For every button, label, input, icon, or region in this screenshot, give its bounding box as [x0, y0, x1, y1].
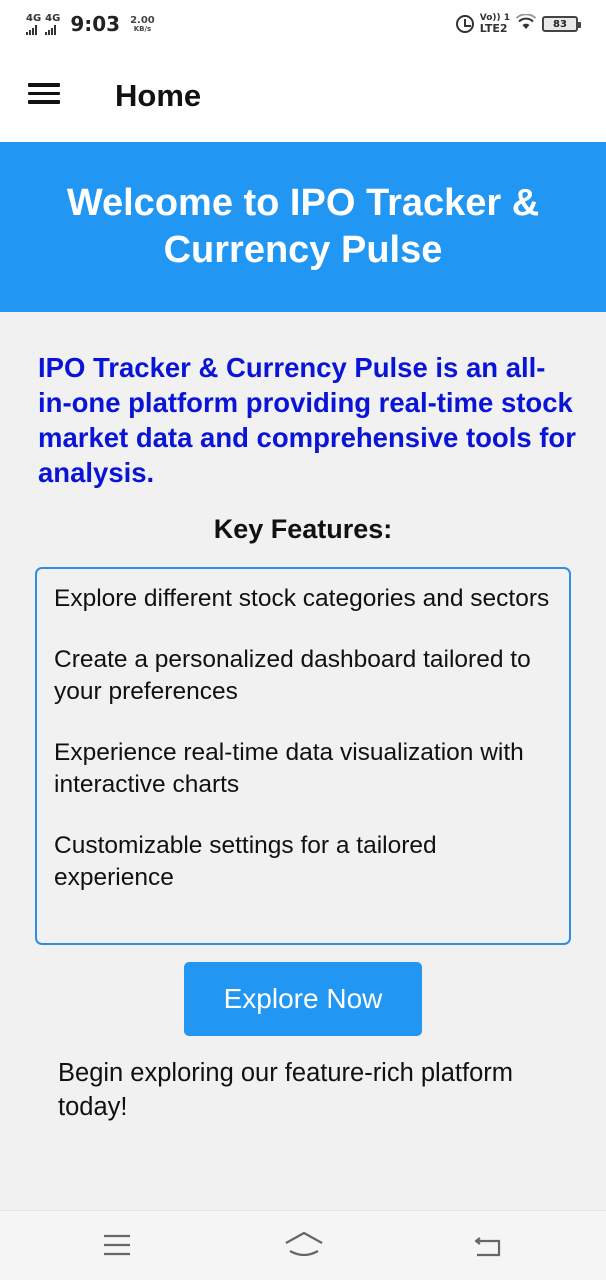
network-type-label-2: 4G: [45, 12, 61, 24]
status-bar: 4G 4G 9:03 2.00 KB/s Vo)) 1 LTE2 83: [0, 0, 606, 48]
feature-item: Create a personalized dashboard tailored…: [54, 646, 531, 705]
network-type-label-1: 4G: [26, 12, 42, 24]
feature-item: Customizable settings for a tailored exp…: [54, 832, 437, 891]
page-title: Home: [115, 78, 202, 113]
banner-title: Welcome to IPO Tracker & Currency Pulse: [66, 181, 540, 272]
welcome-banner: Welcome to IPO Tracker & Currency Pulse: [0, 142, 606, 312]
intro-text: IPO Tracker & Currency Pulse is an all-i…: [38, 352, 576, 488]
feature-item: Experience real-time data visualization …: [54, 739, 524, 798]
speed-unit: KB/s: [133, 24, 152, 33]
network-signal-2: 4G: [45, 12, 61, 35]
signal-bars-icon: [26, 24, 37, 35]
features-heading: Key Features:: [213, 514, 393, 544]
status-time: 9:03: [70, 12, 121, 36]
battery-icon: 83: [542, 16, 581, 32]
network-speed: 2.00 KB/s: [130, 14, 155, 33]
app-bar: Home: [0, 48, 606, 142]
volte-indicator: Vo)) 1 LTE2: [479, 14, 510, 35]
explore-now-button[interactable]: Explore Now: [184, 962, 422, 1036]
status-right: Vo)) 1 LTE2 83: [455, 13, 581, 35]
battery-level: 83: [553, 18, 567, 30]
alarm-icon: [455, 15, 474, 33]
lte-label: LTE2: [479, 22, 508, 35]
feature-item: Explore different stock categories and s…: [54, 585, 550, 612]
hamburger-menu-icon[interactable]: [28, 83, 60, 105]
wifi-icon: [515, 13, 537, 34]
features-list: Explore different stock categories and s…: [35, 567, 571, 945]
network-signal-1: 4G: [26, 12, 42, 35]
signal-bars-icon: [45, 24, 57, 35]
back-icon[interactable]: [468, 1229, 508, 1263]
status-left: 4G 4G 9:03 2.00 KB/s: [26, 12, 155, 36]
speed-value: 2.00: [130, 14, 155, 26]
recent-apps-icon[interactable]: [98, 1229, 138, 1263]
closing-text: Begin exploring our feature-rich platfor…: [58, 1059, 513, 1121]
home-icon[interactable]: [282, 1229, 323, 1263]
system-nav-bar: [0, 1210, 606, 1280]
